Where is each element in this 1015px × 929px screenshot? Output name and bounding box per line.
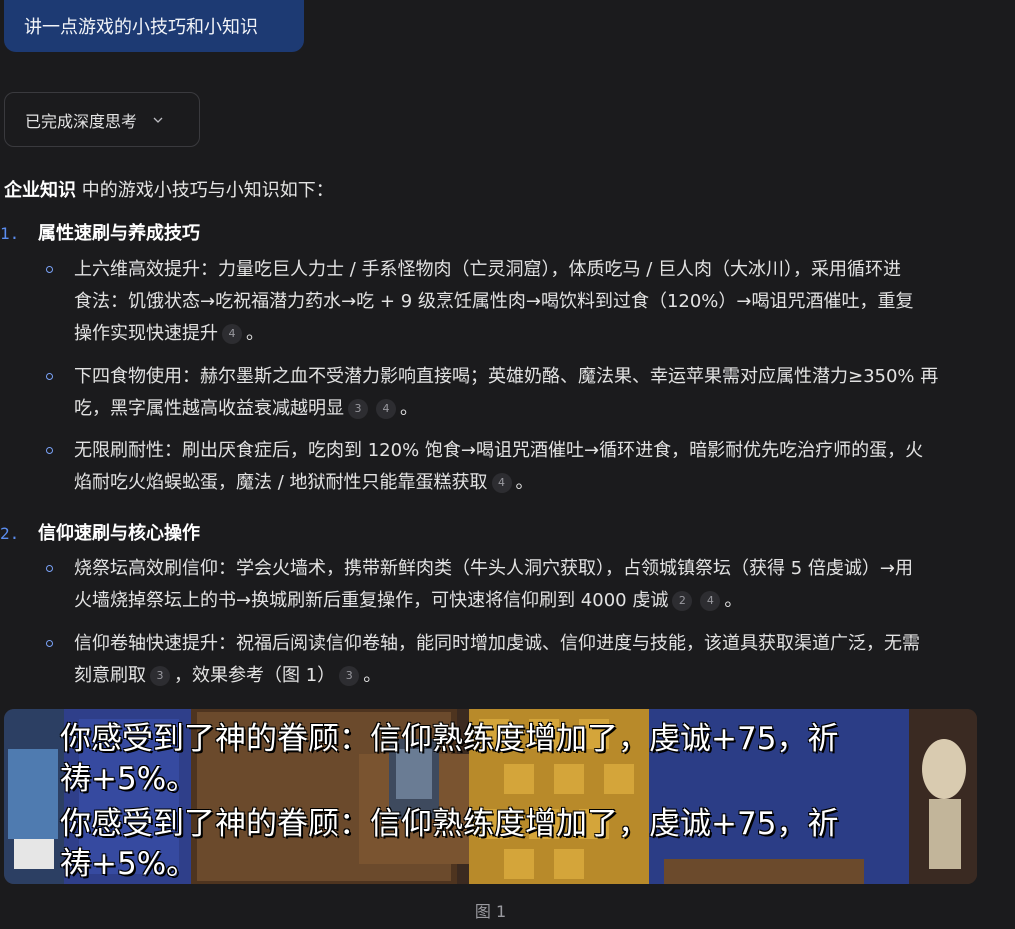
game-screenshot-figure[interactable]: 你感受到了神的眷顾：信仰熟练度增加了，虔诚+75，祈 祷+5%。 你感受到了神的… bbox=[4, 709, 977, 884]
citation-badge[interactable]: 3 bbox=[150, 666, 170, 686]
citation-badge[interactable]: 4 bbox=[700, 591, 721, 611]
punctuation: 。 bbox=[363, 665, 382, 686]
section-heading: 1. 属性速刷与养成技巧 bbox=[0, 219, 200, 245]
list-item: 下四食物使用：赫尔墨斯之血不受潜力影响直接喝；英雄奶酪、魔法果、幸运苹果需对应属… bbox=[46, 361, 1015, 425]
answer-intro: 企业知识 中的游戏小技巧与小知识如下： bbox=[4, 176, 334, 202]
citation-badge[interactable]: 4 bbox=[376, 399, 396, 419]
list-item-text: 食法：饥饿状态→吃祝福潜力药水→吃 + 9 级烹饪属性肉→喝饮料到过食（120%… bbox=[74, 291, 914, 312]
thinking-toggle-button[interactable]: 已完成深度思考 bbox=[4, 92, 200, 147]
list-item-text: 刻意刷取 bbox=[74, 665, 146, 686]
section-number: 1. bbox=[0, 224, 20, 243]
chat-page: 讲一点游戏的小技巧和小知识 已完成深度思考 企业知识 中的游戏小技巧与小知识如下… bbox=[0, 0, 1015, 929]
game-message-line: 祷+5%。 bbox=[60, 846, 198, 882]
section-title: 属性速刷与养成技巧 bbox=[38, 223, 200, 244]
section-number: 2. bbox=[0, 524, 20, 543]
list-item-text: 焰耐吃火焰蜈蚣蛋，魔法 / 地狱耐性只能靠蛋糕获取 bbox=[74, 472, 488, 493]
bullet-dot bbox=[46, 266, 53, 273]
game-message-line: 你感受到了神的眷顾：信仰熟练度增加了，虔诚+75，祈 bbox=[60, 806, 839, 842]
list-item: 无限刷耐性：刷出厌食症后，吃肉到 120% 饱食→喝诅咒酒催吐→循环进食，暗影耐… bbox=[46, 435, 1015, 499]
citation-badge[interactable]: 4 bbox=[491, 473, 512, 493]
list-item-text: 烧祭坛高效刷信仰：学会火墙术，携带新鲜肉类（牛头人洞穴获取），占领城镇祭坛（获得… bbox=[74, 558, 913, 579]
punctuation: 。 bbox=[515, 472, 534, 493]
bullet-dot bbox=[46, 447, 53, 454]
game-message-line: 祷+5%。 bbox=[60, 761, 198, 797]
citation-badge[interactable]: 3 bbox=[339, 666, 360, 686]
list-item-text: ，效果参考（图 1） bbox=[174, 665, 336, 686]
list-item: 上六维高效提升：力量吃巨人力士 / 手系怪物肉（亡灵洞窟），体质吃马 / 巨人肉… bbox=[46, 254, 1015, 350]
bullet-dot bbox=[46, 640, 53, 647]
list-item-text: 无限刷耐性：刷出厌食症后，吃肉到 120% 饱食→喝诅咒酒催吐→循环进食，暗影耐… bbox=[74, 440, 924, 461]
list-item-text: 上六维高效提升：力量吃巨人力士 / 手系怪物肉（亡灵洞窟），体质吃马 / 巨人肉… bbox=[74, 259, 902, 280]
citation-badge[interactable]: 4 bbox=[222, 324, 242, 344]
section-heading: 2. 信仰速刷与核心操作 bbox=[0, 519, 200, 545]
section-title: 信仰速刷与核心操作 bbox=[38, 523, 200, 544]
bullet-dot bbox=[46, 565, 53, 572]
citation-badge[interactable]: 2 bbox=[672, 591, 693, 611]
intro-text: 中的游戏小技巧与小知识如下： bbox=[76, 180, 334, 201]
list-item-text: 信仰卷轴快速提升：祝福后阅读信仰卷轴，能同时增加虔诚、信仰进度与技能，该道具获取… bbox=[74, 633, 920, 654]
list-item: 烧祭坛高效刷信仰：学会火墙术，携带新鲜肉类（牛头人洞穴获取），占领城镇祭坛（获得… bbox=[46, 553, 1015, 617]
user-message-bubble: 讲一点游戏的小技巧和小知识 bbox=[4, 0, 304, 52]
list-item-text: 下四食物使用：赫尔墨斯之血不受潜力影响直接喝；英雄奶酪、魔法果、幸运苹果需对应属… bbox=[74, 366, 939, 387]
punctuation: 。 bbox=[724, 590, 743, 611]
user-message-text: 讲一点游戏的小技巧和小知识 bbox=[24, 17, 258, 38]
list-item-text: 火墙烧掉祭坛上的书→换城刷新后重复操作，可快速将信仰刷到 4000 虔诚 bbox=[74, 590, 669, 611]
figure-caption: 图 1 bbox=[474, 902, 507, 921]
punctuation: 。 bbox=[400, 398, 418, 419]
list-item-text: 操作实现快速提升 bbox=[74, 323, 218, 344]
game-message-line: 你感受到了神的眷顾：信仰熟练度增加了，虔诚+75，祈 bbox=[60, 721, 839, 757]
list-item-text: 吃，黑字属性越高收益衰减越明显 bbox=[74, 398, 344, 419]
chevron-down-icon bbox=[153, 117, 163, 123]
punctuation: 。 bbox=[246, 323, 264, 344]
list-item: 信仰卷轴快速提升：祝福后阅读信仰卷轴，能同时增加虔诚、信仰进度与技能，该道具获取… bbox=[46, 628, 1015, 692]
thinking-label: 已完成深度思考 bbox=[25, 111, 138, 131]
citation-badge[interactable]: 3 bbox=[348, 399, 368, 419]
intro-bold: 企业知识 bbox=[4, 180, 76, 201]
bullet-dot bbox=[46, 373, 53, 380]
